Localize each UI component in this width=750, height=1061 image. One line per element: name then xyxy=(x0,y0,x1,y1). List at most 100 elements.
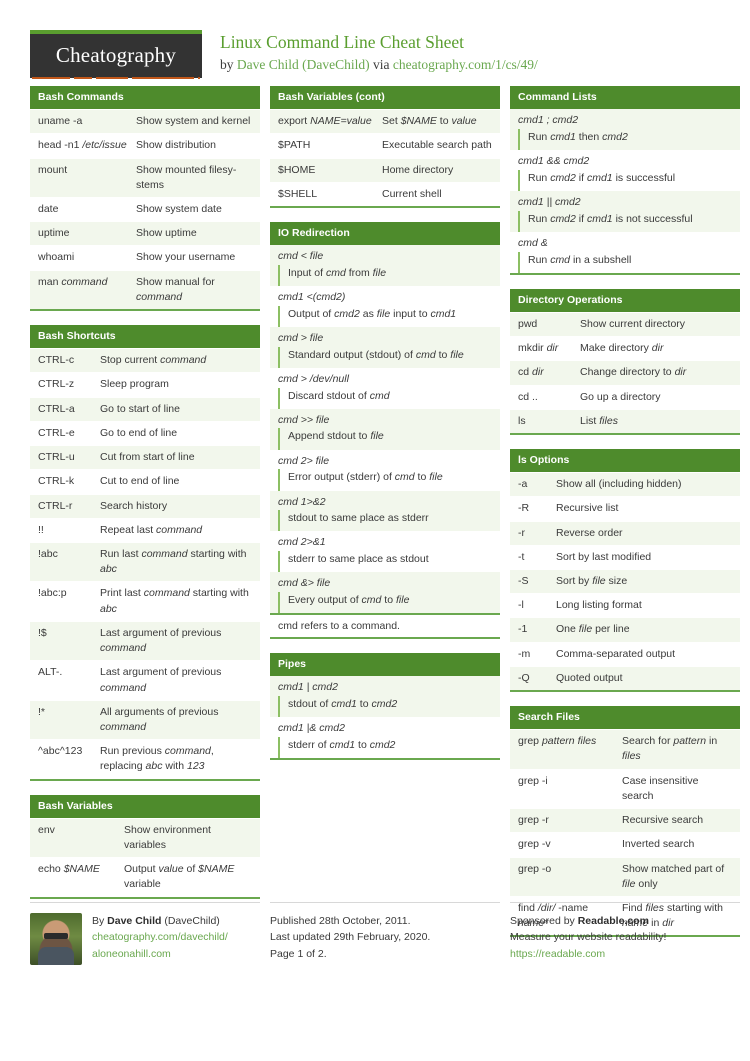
row-value: Cut from start of line xyxy=(100,451,195,464)
table-row: -S Sort by file size xyxy=(510,568,740,594)
row-description: stdout of cmd1 to cmd2 xyxy=(278,696,500,718)
table-row: !! Repeat last command xyxy=(30,517,260,542)
updated-date: Last updated 29th February, 2020. xyxy=(270,931,431,944)
row-key: $PATH xyxy=(278,139,311,152)
row-key: mount xyxy=(38,163,68,176)
block-bash-variables: Bash Variables env Show environment varia… xyxy=(30,794,260,899)
column-2: Bash Variables (cont) export NAME=value S… xyxy=(270,86,500,774)
desc-rows: cmd1 | cmd2 stdout of cmd1 to cmd2 cmd1 |&… xyxy=(270,676,500,759)
desc-rows: cmd < file Input of cmd from file cmd1 <(c… xyxy=(270,245,500,614)
sponsor-line: Sponsored by Readable.com xyxy=(510,913,740,929)
row-value: One file per line xyxy=(556,623,630,636)
row-value: Search for pattern in files xyxy=(622,735,718,763)
row-key: whoami xyxy=(38,251,75,264)
kv-rows: uname -a Show system and kernel head -n1 /… xyxy=(30,109,260,310)
row-description: Run cmd2 if cmd1 is successful xyxy=(518,169,740,191)
row-code: cmd > /dev/null xyxy=(278,372,349,385)
row-value: Home directory xyxy=(382,163,454,176)
published-date: Published 28th October, 2011. xyxy=(270,915,411,927)
row-key: -t xyxy=(518,550,525,563)
byline-prefix: by xyxy=(220,57,237,72)
footer-sponsor: Sponsored by Readable.com Measure your w… xyxy=(510,902,740,965)
block-bash-variables-cont: Bash Variables (cont) export NAME=value S… xyxy=(270,86,500,208)
row-value: Show environment variables xyxy=(124,823,211,851)
table-row: CTRL-a Go to start of line xyxy=(30,396,260,421)
definition-row: cmd 1>&2 stdout to same place as stderr xyxy=(270,490,500,532)
table-row: pwd Show current directory xyxy=(510,311,740,337)
author-site-link[interactable]: aloneonahill.com xyxy=(92,946,228,962)
row-key: !! xyxy=(38,523,44,536)
block-ls-options: ls Options -a Show all (including hidden)… xyxy=(510,448,740,693)
row-key: -a xyxy=(518,478,528,491)
row-value: Long listing format xyxy=(556,599,642,612)
row-key: ls xyxy=(518,414,526,427)
block-title: Command Lists xyxy=(510,86,740,110)
row-description: Standard output (stdout) of cmd to file xyxy=(278,346,500,368)
byline-author[interactable]: Dave Child (DaveChild) xyxy=(237,57,370,72)
row-key: ^abc^123 xyxy=(38,745,83,758)
row-key: !* xyxy=(38,705,46,718)
row-value: Recursive search xyxy=(622,814,704,827)
row-key: !abc:p xyxy=(38,587,67,600)
block-note: cmd refers to a command. xyxy=(270,613,500,637)
block-command-lists: Command Lists cmd1 ; cmd2 Run cmd1 then c… xyxy=(510,86,740,275)
sponsor-link[interactable]: https://readable.com xyxy=(510,946,740,962)
row-key: grep pattern files xyxy=(518,735,597,748)
row-key: !abc xyxy=(38,547,58,560)
kv-rows: CTRL-c Stop current command CTRL-z Sleep pr… xyxy=(30,348,260,778)
cheatography-logo[interactable]: Cheatography xyxy=(30,30,202,79)
row-key: date xyxy=(38,203,59,215)
row-value: Search history xyxy=(100,499,168,512)
table-row: man command Show manual for command xyxy=(30,269,260,310)
sponsor-name[interactable]: Readable.com xyxy=(578,915,649,927)
definition-row: cmd >> file Append stdout to file xyxy=(270,408,500,450)
row-code: cmd1 <(cmd2) xyxy=(278,291,346,304)
row-key: export NAME=value xyxy=(278,115,372,128)
row-value: Show uptime xyxy=(136,227,197,240)
table-row: grep -v Inverted search xyxy=(510,832,740,856)
footer-publish-info: Published 28th October, 2011. Last updat… xyxy=(270,902,500,965)
author-profile-link[interactable]: cheatography.com/davechild/ xyxy=(92,929,228,945)
row-description: Error output (stderr) of cmd to file xyxy=(278,469,500,491)
page-footer: By Dave Child (DaveChild) cheatography.c… xyxy=(30,902,740,965)
table-row: $PATH Executable search path xyxy=(270,133,500,157)
row-value: Go to end of line xyxy=(100,426,178,439)
row-value: Show manual for command xyxy=(136,275,215,303)
author-name: Dave Child xyxy=(107,915,162,927)
kv-rows: env Show environment variables echo $NAME O… xyxy=(30,817,260,897)
table-row: -t Sort by last modified xyxy=(510,544,740,569)
header-titles: Linux Command Line Cheat Sheet by Dave C… xyxy=(202,30,538,74)
table-row: !abc:p Print last command starting with a… xyxy=(30,581,260,620)
row-key: CTRL-c xyxy=(38,354,75,367)
table-row: -m Comma-separated output xyxy=(510,641,740,666)
table-row: env Show environment variables xyxy=(30,817,260,858)
definition-row: cmd > file Standard output (stdout) of cm… xyxy=(270,326,500,368)
definition-row: cmd1 <(cmd2) Output of cmd2 as file input… xyxy=(270,286,500,327)
block-io-redirection: IO Redirection cmd < file Input of cmd fr… xyxy=(270,222,500,640)
row-value: Sort by last modified xyxy=(556,550,652,563)
table-row: !$ Last argument of previous command xyxy=(30,620,260,661)
row-description: stderr of cmd1 to cmd2 xyxy=(278,737,500,759)
row-key: grep -r xyxy=(518,814,549,827)
row-key: -l xyxy=(518,599,524,612)
avatar xyxy=(30,913,82,965)
row-key: -1 xyxy=(518,623,528,636)
row-key: CTRL-r xyxy=(38,499,73,512)
column-1: Bash Commands uname -a Show system and ke… xyxy=(30,86,260,913)
footer-author: By Dave Child (DaveChild) cheatography.c… xyxy=(30,902,260,965)
row-key: ALT-. xyxy=(38,666,63,679)
row-description: Discard stdout of cmd xyxy=(278,387,500,409)
table-row: !* All arguments of previous command xyxy=(30,699,260,740)
row-value: Make directory dir xyxy=(580,342,664,355)
row-value: Inverted search xyxy=(622,838,695,851)
row-value: Last argument of previous command xyxy=(100,666,222,694)
table-row: mkdir dir Make directory dir xyxy=(510,336,740,360)
row-value: Show system date xyxy=(136,203,222,215)
row-code: cmd > file xyxy=(278,331,324,344)
row-value: Show current directory xyxy=(580,317,686,330)
logo-text: Cheatography xyxy=(55,42,177,67)
table-row: export NAME=value Set $NAME to value xyxy=(270,109,500,134)
byline-url[interactable]: cheatography.com/1/cs/49/ xyxy=(393,57,538,72)
row-key: !$ xyxy=(38,626,47,639)
table-row: CTRL-k Cut to end of line xyxy=(30,469,260,493)
